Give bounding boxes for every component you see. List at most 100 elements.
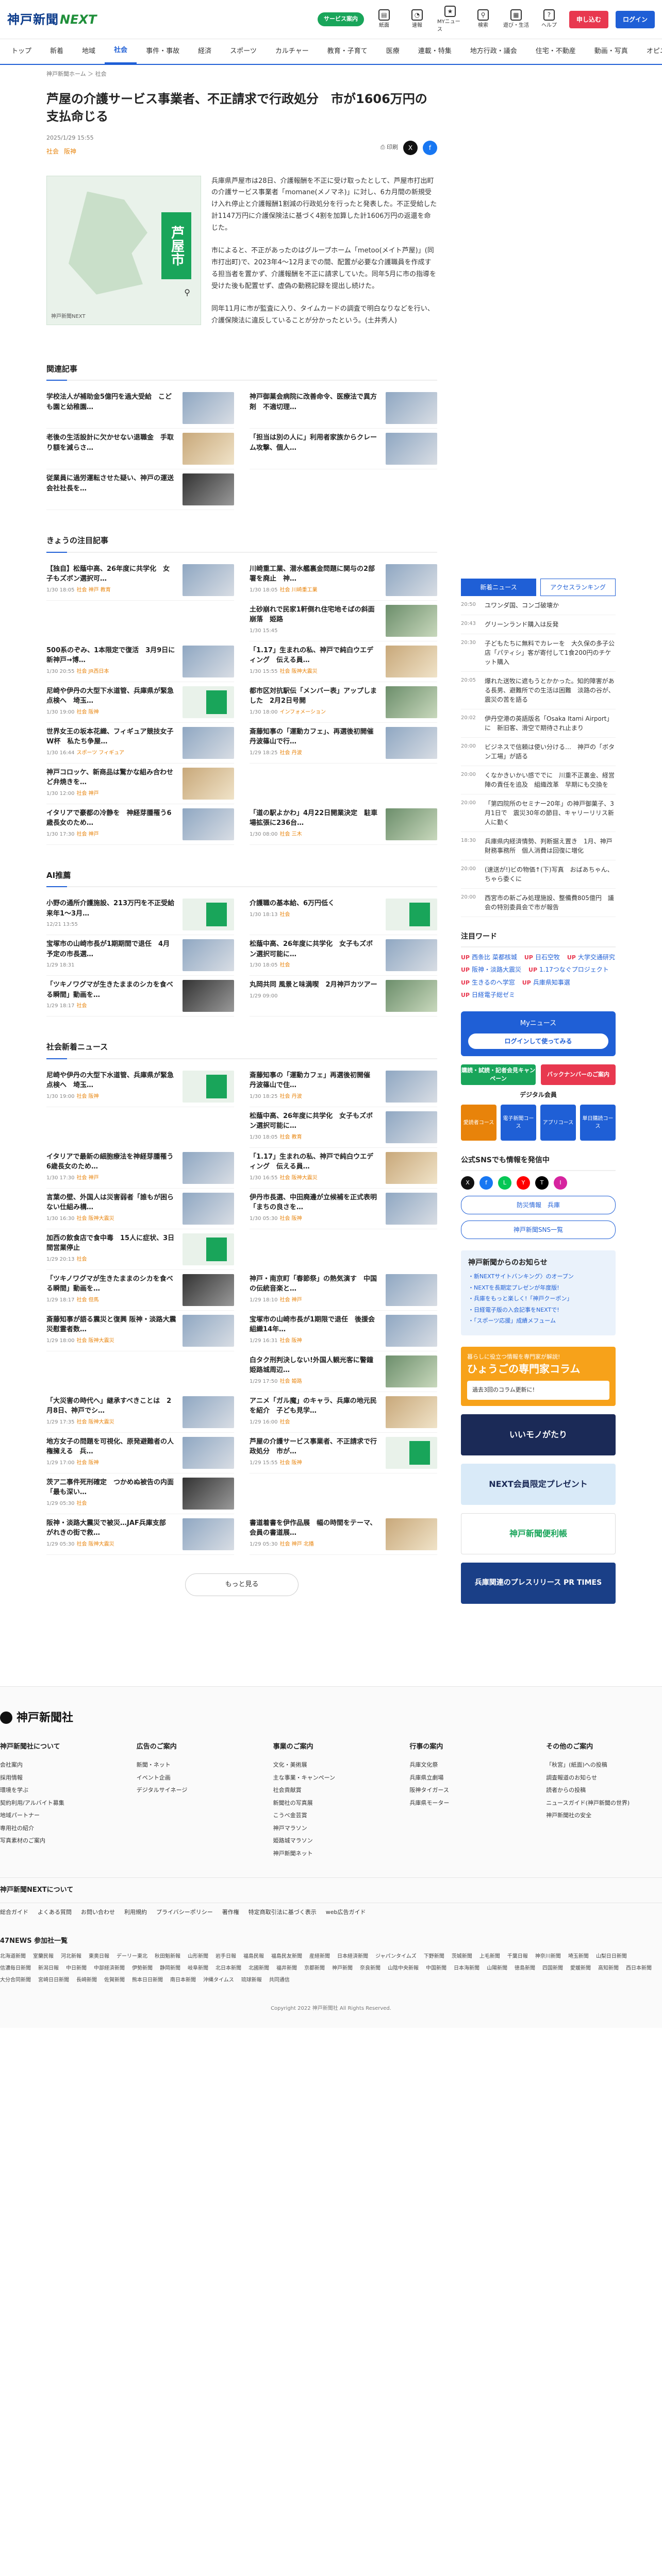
news-item[interactable]: 500系のぞみ、1本限定で復活 3月9日に新神戸→博… 1/30 20:55 社会 … xyxy=(46,641,234,682)
footer-link[interactable]: 会社案内 xyxy=(0,1761,116,1770)
news-thumbnail[interactable] xyxy=(386,939,437,972)
news-thumbnail[interactable] xyxy=(386,1070,437,1103)
news-item[interactable]: 土砂崩れで民家1軒倒れ住宅地そばの斜面崩落 姫路 1/30 15:45 xyxy=(250,601,437,641)
course-app[interactable]: アプリコース xyxy=(540,1105,576,1141)
news-thumbnail[interactable] xyxy=(183,1192,234,1225)
news-thumbnail[interactable] xyxy=(183,1314,234,1347)
nav-local-gov[interactable]: 地方行政・議会 xyxy=(461,39,526,64)
news-thumbnail[interactable] xyxy=(386,1151,437,1184)
nav-series[interactable]: 連載・特集 xyxy=(409,39,461,64)
tag-hanshin[interactable]: 阪神 xyxy=(64,147,76,156)
news-item[interactable]: 芦屋の介護サービス事業者、不正請求で行政処分 市が… 1/29 15:55 社会 阪… xyxy=(250,1433,437,1473)
zoom-icon[interactable]: ⚲ xyxy=(184,286,190,299)
news-thumbnail[interactable] xyxy=(386,645,437,677)
print-button[interactable]: ⎙ 印刷 xyxy=(380,143,398,152)
footer-link[interactable]: 神戸マラソン xyxy=(273,1824,389,1833)
footer-link[interactable]: 兵庫県モーター xyxy=(409,1799,525,1808)
news-item[interactable]: 都市区対抗駅伝「メンバー表」アップしました 2月2日号開 1/30 18:00 イン… xyxy=(250,682,437,723)
member-paper-link[interactable]: 下野新聞 xyxy=(424,1953,444,1960)
footer-bottom-link[interactable]: 利用規約 xyxy=(124,1908,147,1917)
mynews-login-button[interactable]: ログインして使ってみる xyxy=(468,1033,608,1049)
header-icon-breaking[interactable]: ◔ 速報 xyxy=(404,9,430,29)
footer-logo[interactable]: 神戸新聞社 xyxy=(0,1709,662,1726)
attention-word[interactable]: UP 兵庫県知事選 xyxy=(522,978,570,988)
service-guide-button[interactable]: サービス案内 xyxy=(317,12,364,26)
member-paper-link[interactable]: 愛媛新聞 xyxy=(570,1964,591,1972)
news-item[interactable]: アニメ「ガル魔」のキャラ、兵庫の地元民を紹介 子ども見学… 1/29 16:00 社… xyxy=(250,1392,437,1433)
news-item[interactable]: 神戸御菓会病院に改善命令、医療法で異方剤 不適切理… xyxy=(250,388,437,429)
member-paper-link[interactable]: 沖縄タイムス xyxy=(203,1976,234,1984)
news-item[interactable]: 阪神・淡路大震災で被災…JAF兵庫支部 がれきの街で救… 1/29 05:30 社会… xyxy=(46,1514,234,1555)
course-reader[interactable]: 愛読者コース xyxy=(461,1105,496,1141)
member-paper-link[interactable]: 西日本新聞 xyxy=(626,1964,652,1972)
nav-economy[interactable]: 経済 xyxy=(189,39,221,64)
news-item[interactable]: 斎藤知事が語る震災と復興 阪神・淡路大震災慰霊者数… 1/29 18:00 社会 阪… xyxy=(46,1311,234,1351)
member-paper-link[interactable]: 神奈川新聞 xyxy=(535,1953,561,1960)
member-paper-link[interactable]: 東奥日報 xyxy=(89,1953,109,1960)
news-tag[interactable]: 社会 xyxy=(279,962,290,968)
news-item[interactable]: 「1.17」生まれの私、神戸で純白ウエディング 伝える員… 1/30 15:55 社… xyxy=(250,641,437,682)
news-item[interactable]: 神戸・南京町「春節祭」の熱気演す 中国の伝統音楽と… 1/29 18:10 社会 神… xyxy=(250,1270,437,1311)
footer-link[interactable]: 契約利用/アルバイト募集 xyxy=(0,1799,116,1808)
news-item[interactable]: 白タク刑判決しない!外国人観光客に警鐘 姫路城周辺… 1/29 17:50 社会 姫… xyxy=(250,1351,437,1392)
nav-sports[interactable]: スポーツ xyxy=(221,39,266,64)
breadcrumb[interactable]: 神戸新聞ホーム ＞ 社会 xyxy=(0,65,662,84)
instagram-icon[interactable]: I xyxy=(554,1176,567,1190)
news-thumbnail[interactable] xyxy=(183,392,234,425)
header-icon-paper[interactable]: ▤ 紙面 xyxy=(371,9,397,29)
news-item[interactable]: 地方女子の問題を可視化、原発避難者の人権擁える 兵… 1/29 17:00 社会 阪… xyxy=(46,1433,234,1473)
news-tag[interactable]: 社会 神戸 教育 xyxy=(76,587,110,593)
footer-bottom-link[interactable]: web広告ガイド xyxy=(326,1908,366,1917)
news-tag[interactable]: 社会 阪神大震災 xyxy=(76,1216,114,1222)
news-thumbnail[interactable] xyxy=(183,808,234,840)
member-paper-link[interactable]: 上毛新聞 xyxy=(479,1953,500,1960)
backnumber-banner[interactable]: バックナンバーのご案内 xyxy=(541,1064,616,1085)
news-tag[interactable]: 社会 阪神 xyxy=(279,1216,302,1222)
news-thumbnail[interactable] xyxy=(386,564,437,596)
news-tag[interactable]: 社会 xyxy=(76,1257,87,1262)
footer-link[interactable]: 採用情報 xyxy=(0,1774,116,1783)
tag-society[interactable]: 社会 xyxy=(46,147,59,156)
nav-medical[interactable]: 医療 xyxy=(377,39,409,64)
youtube-icon[interactable]: Y xyxy=(517,1176,530,1190)
member-paper-link[interactable]: 宮崎日日新聞 xyxy=(38,1976,69,1984)
news-thumbnail[interactable] xyxy=(183,980,234,1012)
sidebar-news-item[interactable]: 20:00 西宮市の新ごみ処理施設、整備費805億円 議会の特別委員会で市が報告 xyxy=(461,889,616,917)
footer-link[interactable]: 社会貢献賞 xyxy=(273,1786,389,1795)
header-icon-help[interactable]: ? ヘルプ xyxy=(536,9,562,29)
news-item[interactable]: 茨ア二事件死刑確定 つかめぬ被告の内面「最も深い… 1/29 05:30 社会 xyxy=(46,1473,234,1514)
news-item[interactable]: 「ツキノワグマが生きたままのシカを食べる瞬間」動画を… 1/29 18:17 社会 … xyxy=(46,1270,234,1311)
footer-bottom-link[interactable]: 著作権 xyxy=(222,1908,239,1917)
news-tag[interactable]: 社会 阪神 xyxy=(76,1460,98,1466)
news-item[interactable]: 「ツキノワグマが生きたままのシカを食べる瞬間」動画を… 1/29 18:17 社会 xyxy=(46,976,234,1017)
attention-word[interactable]: UP 日石空牧 xyxy=(524,953,560,962)
news-thumbnail[interactable] xyxy=(183,1436,234,1469)
footer-link[interactable]: 地域パートナー xyxy=(0,1811,116,1820)
news-tag[interactable]: 社会 阪神大震災 xyxy=(279,669,317,674)
news-thumbnail[interactable] xyxy=(386,1192,437,1225)
news-thumbnail[interactable] xyxy=(183,1518,234,1550)
sidebar-news-item[interactable]: 20:02 伊丹空港の英語版名「Osaka Itami Airport」に 新旧客… xyxy=(461,709,616,738)
member-paper-link[interactable]: 室蘭民報 xyxy=(33,1953,54,1960)
member-paper-link[interactable]: 北海道新聞 xyxy=(0,1953,26,1960)
sidebar-news-item[interactable]: 20:00 「第四院所のセミナー20年」の神戸御菓子、3月1日で 震災30年の節目… xyxy=(461,794,616,832)
news-thumbnail[interactable] xyxy=(386,726,437,759)
member-paper-link[interactable]: 徳島新聞 xyxy=(515,1964,535,1972)
news-thumbnail[interactable] xyxy=(386,1274,437,1306)
news-tag[interactable]: 社会 丹波 xyxy=(279,1094,302,1099)
news-thumbnail[interactable] xyxy=(386,1314,437,1347)
sns-list-button[interactable]: 神戸新聞SNS一覧 xyxy=(461,1221,616,1239)
footer-link[interactable]: 兵庫県立劇場 xyxy=(409,1774,525,1783)
member-paper-link[interactable]: 日本経済新聞 xyxy=(337,1953,368,1960)
news-item[interactable]: 宝塚市の山崎市長が1期限で退任 後援会組織14年… 1/29 16:31 社会 阪神 xyxy=(250,1311,437,1351)
subscribe-banner[interactable]: 購読・試読・記者会見キャンペーン xyxy=(461,1064,536,1085)
member-paper-link[interactable]: 新潟日報 xyxy=(38,1964,59,1972)
news-tag[interactable]: 社会 神戸 北播 xyxy=(279,1541,313,1547)
news-item[interactable]: 老後の生活設計に欠かせない退職金 手取り額を減らさ… xyxy=(46,429,234,470)
nav-new[interactable]: 新着 xyxy=(41,39,73,64)
member-paper-link[interactable]: 北日本新聞 xyxy=(216,1964,241,1972)
nav-housing[interactable]: 住宅・不動産 xyxy=(526,39,585,64)
news-tag[interactable]: 社会 但馬 xyxy=(76,1297,98,1303)
news-tag[interactable]: 社会 丹波 xyxy=(279,750,302,756)
news-thumbnail[interactable] xyxy=(183,564,234,596)
